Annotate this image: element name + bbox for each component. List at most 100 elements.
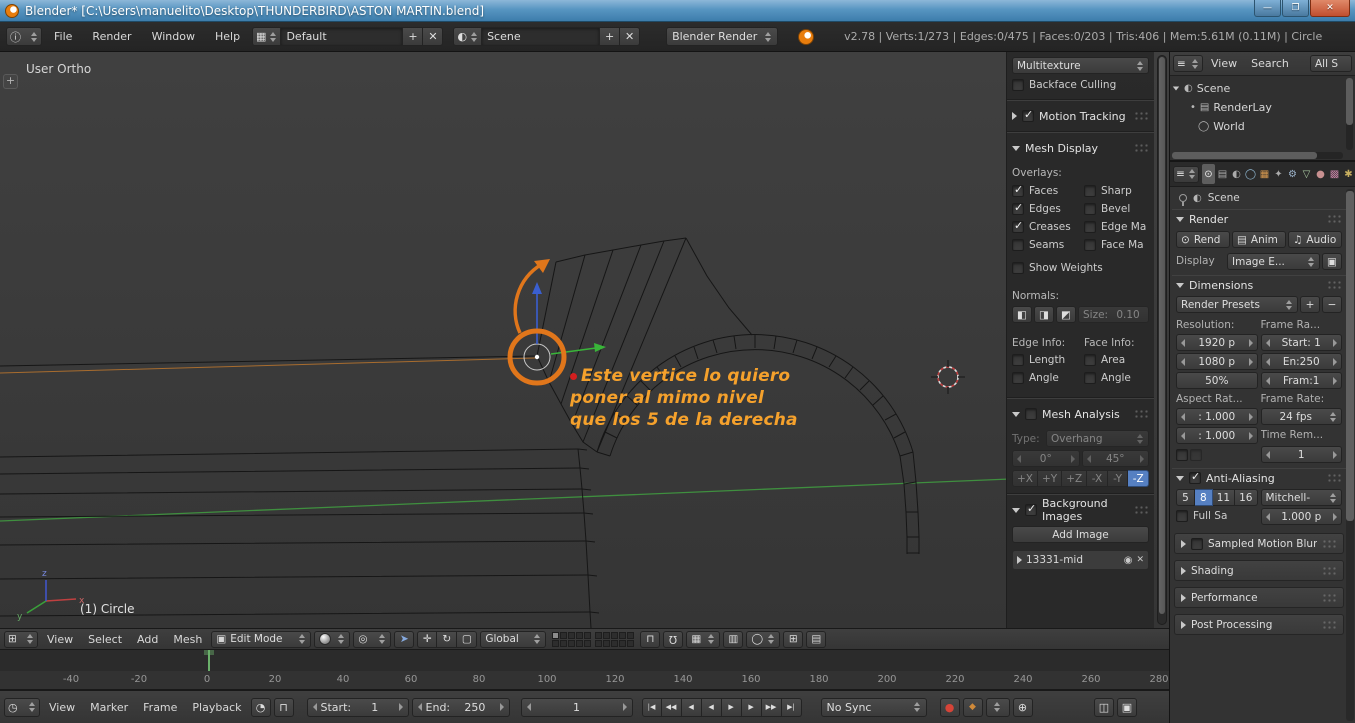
render-opengl-button[interactable]: ⊞ [783,631,803,648]
insert-keyframe-button[interactable]: ⊕ [1013,698,1033,717]
expand-arrow-icon[interactable] [1012,412,1020,417]
edge-angle-checkbox[interactable]: Angle [1012,370,1082,386]
frame-step-field[interactable]: Fram:1 [1261,372,1343,389]
layer-cell[interactable] [627,640,634,647]
checkbox[interactable] [1012,79,1024,91]
layer-cell[interactable] [603,640,610,647]
menu-search[interactable]: Search [1245,54,1295,74]
remove-preset-button[interactable]: − [1322,296,1342,313]
menu-add[interactable]: Add [131,629,164,649]
copy-data-path-button[interactable]: ◫ [1094,698,1114,717]
increment-arrow-icon[interactable] [1249,339,1253,347]
layer-cell[interactable] [595,632,602,639]
render-animation-button[interactable]: ▤Anim [1232,231,1286,248]
decrement-arrow-icon[interactable] [1181,413,1185,421]
sampled-motion-blur-panel-header[interactable]: Sampled Motion Blur [1174,533,1344,554]
tab-modifiers[interactable]: ⚙ [1286,164,1299,184]
edges-checkbox[interactable]: Edges [1012,201,1082,217]
tab-object-data[interactable]: ▽ [1300,164,1313,184]
checkbox[interactable] [1084,221,1096,233]
lock-to-scene-button[interactable]: ⊓ [640,631,660,648]
increment-arrow-icon[interactable] [1249,358,1253,366]
layer-cell[interactable] [584,632,591,639]
normals-size-field[interactable]: Size:0.10 [1078,306,1149,323]
edge-marks-checkbox[interactable]: Edge Ma [1084,219,1149,235]
snap-toggle-button[interactable]: Ω [663,631,683,648]
maximize-button[interactable]: ❐ [1282,0,1309,17]
checkbox[interactable] [1191,538,1203,550]
screen-layout-delete-button[interactable]: ✕ [423,27,443,46]
panel-grip-icon[interactable] [1134,409,1149,419]
bevel-checkbox[interactable]: Bevel [1084,201,1149,217]
render-audio-button[interactable]: ♫Audio [1288,231,1342,248]
angle-min-slider[interactable]: 0° [1012,450,1080,467]
aa-samples-11-button[interactable]: 11 [1213,489,1235,506]
expand-arrow-icon[interactable] [1176,217,1184,222]
next-keyframe-button[interactable]: ▶▶ [762,698,782,717]
aa-size-field[interactable]: 1.000 p [1261,508,1343,525]
3d-cursor[interactable] [931,360,965,394]
decrement-arrow-icon[interactable] [1087,455,1091,463]
mesh-analysis-panel-header[interactable]: Mesh Analysis [1012,405,1149,423]
layer-cell[interactable] [552,640,559,647]
pin-icon[interactable] [1179,194,1187,202]
outliner-item-scene[interactable]: ◐Scene [1172,79,1353,98]
increment-arrow-icon[interactable] [1071,455,1075,463]
checkbox[interactable] [1176,510,1188,522]
occlude-geometry-button[interactable]: ▥ [723,631,743,648]
aa-samples-5-button[interactable]: 5 [1176,489,1195,506]
screen-layout-browse-button[interactable]: ▦ [252,27,281,46]
layer-cell[interactable] [560,640,567,647]
decrement-arrow-icon[interactable] [1266,513,1270,521]
loose-normals-toggle[interactable]: ◨ [1034,306,1054,323]
face-angle-checkbox[interactable]: Angle [1084,370,1149,386]
decrement-arrow-icon[interactable] [1266,451,1270,459]
record-button[interactable]: ● [940,698,960,717]
checkbox[interactable] [1012,372,1024,384]
play-button[interactable]: ▶ [722,698,742,717]
layer-cell[interactable] [576,632,583,639]
expand-arrow-icon[interactable] [1176,283,1184,288]
decrement-arrow-icon[interactable] [1017,455,1021,463]
layers-group-1[interactable] [552,632,591,647]
menu-marker[interactable]: Marker [84,697,134,717]
tab-render-layers[interactable]: ▤ [1216,164,1229,184]
tab-object[interactable]: ▦ [1258,164,1271,184]
dimensions-panel-header[interactable]: Dimensions [1172,276,1346,294]
axis-minus-z-button[interactable]: -Z [1128,470,1149,487]
increment-arrow-icon[interactable] [1249,413,1253,421]
close-button[interactable]: ✕ [1310,0,1350,17]
checkbox[interactable] [1025,504,1037,516]
add-image-button[interactable]: Add Image [1012,526,1149,543]
scene-name-field[interactable]: Scene [482,27,600,46]
checkbox[interactable] [1012,203,1024,215]
resolution-percentage-slider[interactable]: 50% [1176,372,1258,389]
decrement-arrow-icon[interactable] [1266,377,1270,385]
increment-arrow-icon[interactable] [1333,513,1337,521]
axis-minus-x-button[interactable]: -X [1087,470,1108,487]
expand-arrow-icon[interactable] [1176,476,1184,481]
scrollbar-thumb[interactable] [1172,152,1317,159]
add-preset-button[interactable]: + [1300,296,1320,313]
menu-frame[interactable]: Frame [137,697,183,717]
properties-editor-type-button[interactable]: ≡ [1173,166,1199,183]
scene-delete-button[interactable]: ✕ [620,27,640,46]
checkbox[interactable] [1025,408,1037,420]
driver-button[interactable]: ▣ [1117,698,1137,717]
menu-view[interactable]: View [41,629,79,649]
increment-arrow-icon[interactable] [1333,377,1337,385]
manipulator-toggle-button[interactable]: ➤ [394,631,414,648]
layer-cell[interactable] [595,640,602,647]
title-bar[interactable]: Blender* [C:\Users\manuelito\Desktop\THU… [0,0,1355,22]
previous-frame-button[interactable]: ◀ [682,698,702,717]
checkbox[interactable] [1012,185,1024,197]
expand-arrow-icon[interactable] [1173,87,1179,91]
panel-grip-icon[interactable] [1322,593,1337,603]
increment-arrow-icon[interactable] [399,703,403,711]
decrement-arrow-icon[interactable] [1181,339,1185,347]
face-normals-toggle[interactable]: ◩ [1056,306,1076,323]
collapse-arrow-icon[interactable] [1181,540,1186,548]
increment-arrow-icon[interactable] [1140,455,1144,463]
vertex-normals-toggle[interactable]: ◧ [1012,306,1032,323]
snap-element-dropdown[interactable]: ▦ [686,631,720,648]
